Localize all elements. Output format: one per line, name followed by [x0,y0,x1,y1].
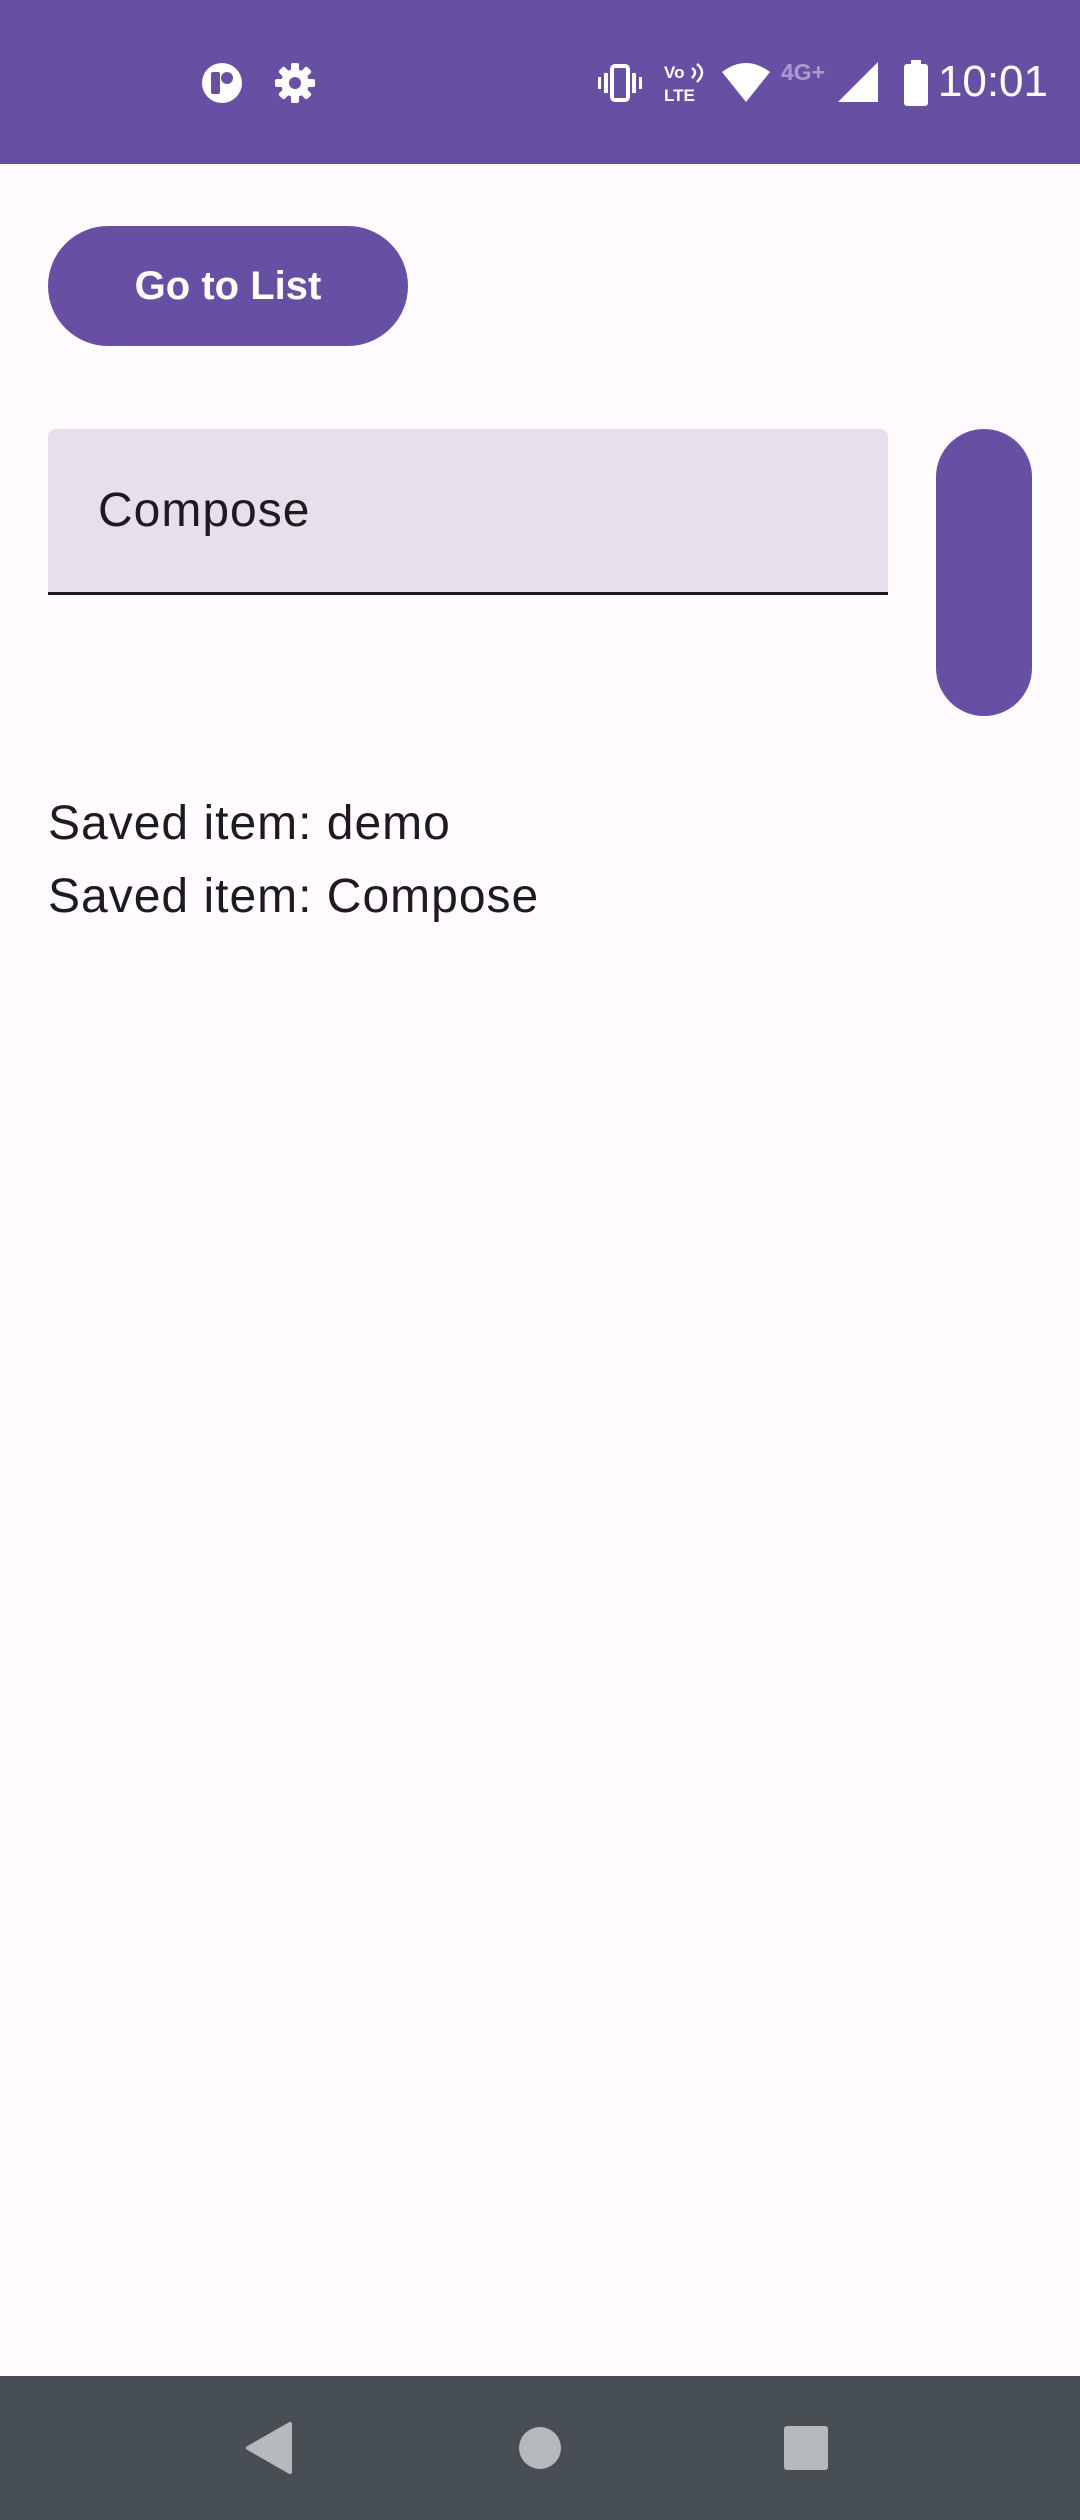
recents-icon[interactable] [734,2376,878,2520]
main-content: Go to List Saved item: demo Saved item: … [0,164,1080,2376]
app-notification-icon [202,63,242,103]
navigation-bar [0,2376,1080,2520]
item-text-field[interactable] [48,429,888,595]
battery-icon [904,60,928,106]
back-icon[interactable] [198,2376,342,2520]
volte-label-bottom: LTE [664,86,695,105]
go-to-list-button[interactable]: Go to List [48,226,408,346]
saved-items-list: Saved item: demo Saved item: Compose [48,787,539,933]
wifi-icon [722,63,770,102]
item-input[interactable] [98,429,858,592]
cell-signal-icon [838,62,878,102]
home-icon[interactable] [468,2376,612,2520]
settings-gear-icon [275,63,315,103]
network-4g-plus-icon: 4G+ [781,59,825,85]
saved-item: Saved item: Compose [48,870,540,923]
vibrate-icon [598,64,642,102]
saved-item: Saved item: demo [48,797,451,850]
save-item-button[interactable] [936,429,1032,716]
status-bar: Vo LTE 4G+ 10:01 [0,0,1080,164]
status-clock: 10:01 [937,57,1048,106]
network-label: 4G+ [781,59,825,85]
volte-label-top: Vo [664,63,684,82]
volte-icon: Vo LTE [664,63,704,105]
